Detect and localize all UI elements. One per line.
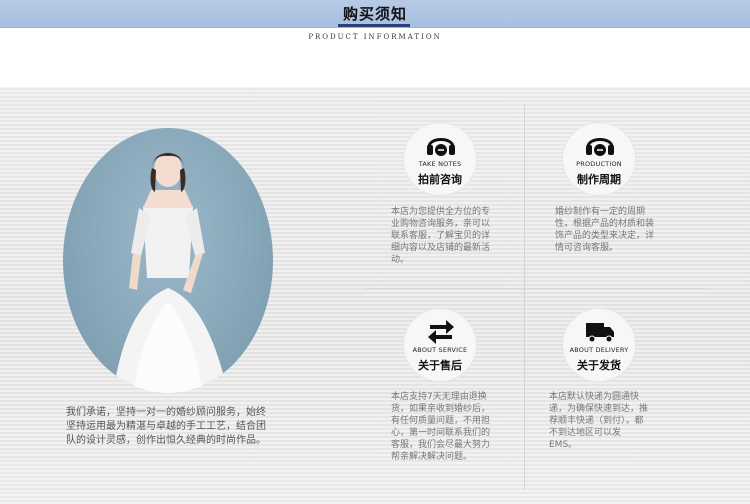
badge-en-label: TAKE NOTES <box>418 160 462 168</box>
delivery-truck-icon <box>586 323 614 343</box>
headset-icon <box>586 138 614 156</box>
about-delivery-description: 本店默认快递为圆通快递，为确保快速到达，推荐顺丰快递（到付），都不到达地区可以发… <box>549 392 649 450</box>
vertical-divider <box>524 105 525 490</box>
badge-cn-label: 制作周期 <box>577 173 621 186</box>
about-service-description: 本店支持7天无理由退换货，如果亲收到婚纱后，有任何质量问题，不用担心，第一时间联… <box>391 392 491 462</box>
badge-cn-label: 关于售后 <box>418 359 462 372</box>
badge-cn-label: 关于发货 <box>577 359 621 372</box>
horizontal-divider <box>365 288 710 289</box>
take-notes-description: 本店为您提供全方位的专业购物咨询服务，亲可以联系客服，了解宝贝的详细内容以及店铺… <box>391 207 491 265</box>
about-service-badge: ABOUT SERVICE 关于售后 <box>403 308 477 382</box>
headset-icon <box>427 138 455 156</box>
page-subtitle: PRODUCT INFORMATION <box>308 33 442 41</box>
exchange-arrows-icon <box>428 320 454 344</box>
bride-portrait-image <box>63 128 273 393</box>
promise-text: 我们承诺，坚持一对一的婚纱顾问服务，始终坚持运用最为精湛与卓越的手工工艺，结合团… <box>66 407 266 446</box>
title-underline <box>338 24 410 27</box>
badge-en-label: ABOUT DELIVERY <box>569 346 629 354</box>
page-title: 购买须知 <box>342 5 407 23</box>
take-notes-badge: TAKE NOTES 拍前咨询 <box>403 122 477 196</box>
badge-cn-label: 拍前咨询 <box>418 173 462 186</box>
badge-en-label: PRODUCTION <box>576 160 622 168</box>
about-delivery-badge: ABOUT DELIVERY 关于发货 <box>562 308 636 382</box>
production-badge: PRODUCTION 制作周期 <box>562 122 636 196</box>
badge-en-label: ABOUT SERVICE <box>412 346 468 354</box>
production-description: 婚纱制作有一定的周期性，根据产品的材质和装饰产品的类型来决定，详情可咨询客服。 <box>555 207 655 253</box>
